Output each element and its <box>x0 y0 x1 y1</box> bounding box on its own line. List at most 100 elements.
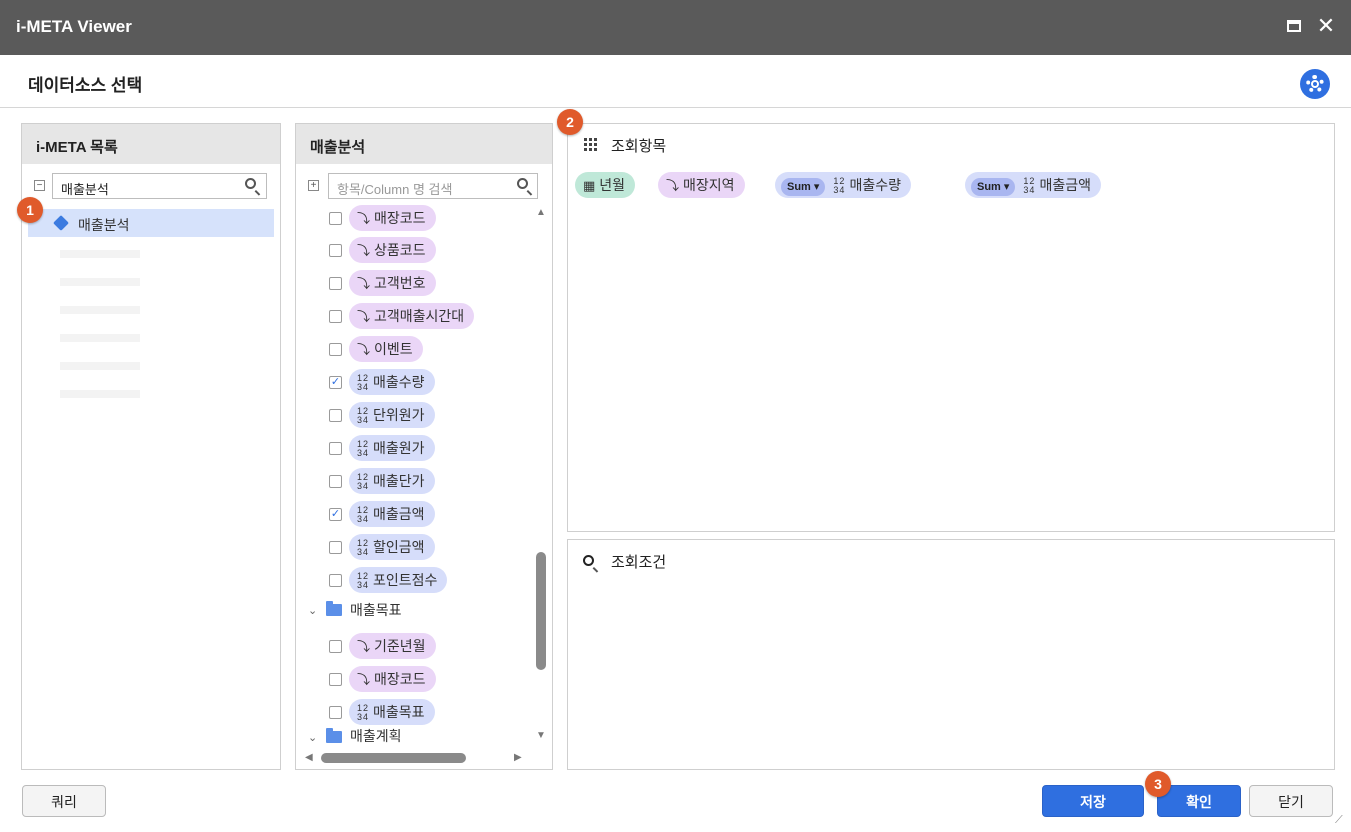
close-icon[interactable]: ✕ <box>1315 14 1337 38</box>
field-checkbox[interactable] <box>329 310 342 323</box>
dimension-icon: ⤵ <box>357 672 371 687</box>
query-conditions-title: 조회조건 <box>611 554 667 571</box>
field-checkbox-checked[interactable]: ✓ <box>329 508 342 521</box>
window-title: i-META Viewer <box>16 17 132 36</box>
field-pill[interactable]: 12 34 매출금액 <box>349 501 435 527</box>
chevron-down-icon[interactable]: ⌄ <box>308 731 317 744</box>
field-pill[interactable]: 12 34 매출수량 <box>349 369 435 395</box>
field-pill[interactable]: ⤵ 기준년월 <box>349 633 436 659</box>
field-pill[interactable]: 12 34 매출단가 <box>349 468 435 494</box>
field-checkbox[interactable] <box>329 475 342 488</box>
field-pill[interactable]: 12 34 포인트점수 <box>349 567 448 593</box>
field-label: 고객매출시간대 <box>374 308 465 324</box>
placeholder-row <box>60 250 140 258</box>
save-button[interactable]: 저장 <box>1042 785 1144 817</box>
numeric-icon: 12 34 <box>357 703 370 723</box>
dimension-icon: ⤵ <box>357 342 371 357</box>
query-item-label: 매출수량 <box>849 177 901 193</box>
field-label: 단위원가 <box>373 407 425 423</box>
field-checkbox[interactable] <box>329 541 342 554</box>
field-label: 매장코드 <box>374 210 426 226</box>
field-checkbox[interactable] <box>329 442 342 455</box>
field-checkbox[interactable] <box>329 640 342 653</box>
field-pill[interactable]: ⤵ 매장코드 <box>349 666 436 692</box>
maximize-icon[interactable] <box>1287 20 1301 32</box>
meta-search-value: 매출분석 <box>61 182 109 197</box>
expand-all-icon[interactable]: + <box>308 180 319 191</box>
field-checkbox[interactable] <box>329 574 342 587</box>
step-badge: 1 <box>17 197 43 223</box>
query-item-pill[interactable]: Sum ▾ 12 34 매출금액 <box>965 172 1101 198</box>
resize-grip-icon[interactable]: ⟋ <box>1335 814 1343 827</box>
field-pill[interactable]: 12 34 할인금액 <box>349 534 435 560</box>
collapse-all-icon[interactable]: − <box>34 180 45 191</box>
field-label: 고객번호 <box>374 275 426 291</box>
field-pill[interactable]: 12 34 매출목표 <box>349 699 435 725</box>
folder-icon <box>326 601 342 616</box>
search-icon[interactable] <box>245 178 256 189</box>
meta-list-title: i-META 목록 <box>22 124 280 164</box>
field-pill[interactable]: ⤵ 매장코드 <box>349 205 436 231</box>
numeric-icon: 12 34 <box>357 439 370 459</box>
scroll-left-icon[interactable]: ◀ <box>305 752 313 763</box>
dimension-icon: ⤵ <box>357 639 371 654</box>
numeric-icon: 12 34 <box>357 538 370 558</box>
meta-list-item-label: 매출분석 <box>78 217 130 233</box>
vertical-scrollbar[interactable] <box>536 552 546 670</box>
field-checkbox[interactable] <box>329 343 342 356</box>
field-checkbox[interactable] <box>329 277 342 290</box>
gear-icon[interactable] <box>1300 69 1330 99</box>
numeric-icon: 12 34 <box>357 505 370 525</box>
window-titlebar: i-META Viewer ✕ <box>0 0 1351 55</box>
scroll-up-icon[interactable]: ▲ <box>536 207 546 218</box>
meta-search-input[interactable]: 매출분석 <box>52 173 267 199</box>
query-button[interactable]: 쿼리 <box>22 785 106 817</box>
group-label[interactable]: 매출목표 <box>350 600 402 620</box>
query-item-pill[interactable]: Sum ▾ 12 34 매출수량 <box>775 172 911 198</box>
query-item-pill[interactable]: ⤵ 매장지역 <box>658 172 745 198</box>
field-label: 이벤트 <box>374 341 413 357</box>
field-checkbox-checked[interactable]: ✓ <box>329 376 342 389</box>
field-panel-title: 매출분석 <box>296 124 552 164</box>
chevron-down-icon[interactable]: ⌄ <box>308 604 317 617</box>
field-label: 포인트점수 <box>373 572 438 588</box>
group-label[interactable]: 매출계획 <box>350 726 402 746</box>
field-label: 매출단가 <box>373 473 425 489</box>
field-label: 매출목표 <box>373 704 425 720</box>
aggregate-dropdown[interactable]: Sum ▾ <box>781 178 826 196</box>
query-item-pill[interactable]: ▦ 년월 <box>575 172 636 198</box>
scroll-right-icon[interactable]: ▶ <box>514 752 522 763</box>
field-checkbox[interactable] <box>329 409 342 422</box>
placeholder-row <box>60 362 140 370</box>
horizontal-scrollbar[interactable] <box>321 753 466 763</box>
close-button[interactable]: 닫기 <box>1249 785 1333 817</box>
numeric-icon: 12 34 <box>357 571 370 591</box>
field-pill[interactable]: ⤵ 고객번호 <box>349 270 436 296</box>
field-label: 매출원가 <box>373 440 425 456</box>
meta-list-item[interactable]: 매출분석 <box>28 209 274 237</box>
field-pill[interactable]: 12 34 매출원가 <box>349 435 435 461</box>
search-icon[interactable] <box>517 178 528 189</box>
field-checkbox[interactable] <box>329 706 342 719</box>
field-checkbox[interactable] <box>329 244 342 257</box>
aggregate-dropdown[interactable]: Sum ▾ <box>971 178 1016 196</box>
field-label: 매출금액 <box>373 506 425 522</box>
field-pill[interactable]: ⤵ 상품코드 <box>349 237 436 263</box>
field-search-placeholder: 항목/Column 명 검색 <box>337 182 453 197</box>
dimension-icon: ⤵ <box>357 309 371 324</box>
field-pill[interactable]: ⤵ 이벤트 <box>349 336 423 362</box>
field-pill[interactable]: ⤵ 고객매출시간대 <box>349 303 475 329</box>
field-checkbox[interactable] <box>329 673 342 686</box>
step-badge: 3 <box>1145 771 1171 797</box>
query-items-title: 조회항목 <box>611 138 667 155</box>
query-item-label: 매장지역 <box>683 177 735 193</box>
numeric-icon: 12 34 <box>833 176 846 196</box>
scroll-down-icon[interactable]: ▼ <box>536 730 546 741</box>
field-checkbox[interactable] <box>329 212 342 225</box>
dimension-icon: ⤵ <box>666 178 680 193</box>
field-label: 매출수량 <box>373 374 425 390</box>
field-search-input[interactable]: 항목/Column 명 검색 <box>328 173 538 199</box>
numeric-icon: 12 34 <box>357 406 370 426</box>
field-pill[interactable]: 12 34 단위원가 <box>349 402 435 428</box>
search-icon <box>583 555 594 566</box>
